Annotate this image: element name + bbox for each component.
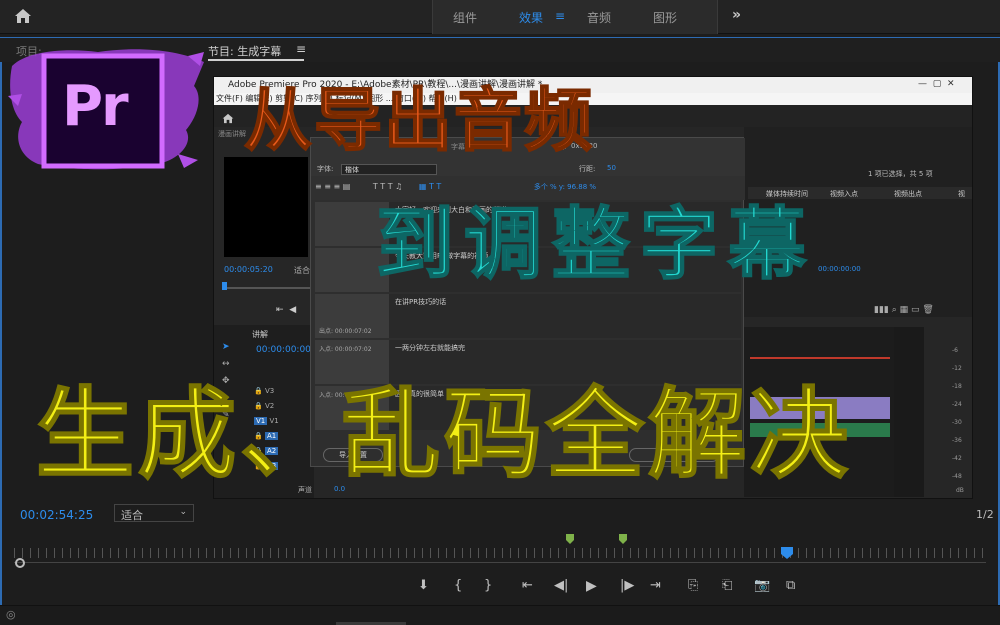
- go-to-out-icon[interactable]: ⇥: [650, 578, 661, 593]
- source-fit: 适合: [294, 266, 310, 275]
- source-playhead: [222, 282, 227, 290]
- status-icon: ◎: [6, 608, 16, 621]
- source-timecode: 00:00:05:20: [224, 265, 273, 274]
- col-video-in[interactable]: 视频入点: [830, 189, 858, 199]
- caption-text: 在讲PR技巧的话: [395, 298, 447, 306]
- col-video-out[interactable]: 视频出点: [894, 189, 922, 199]
- caption-in: 出点: 00:00:07:02: [319, 328, 372, 335]
- premiere-logo: Pr: [8, 36, 208, 176]
- font-label: 字体:: [317, 165, 334, 173]
- selection-info: 1 项已选择，共 5 项: [868, 170, 933, 178]
- program-tab[interactable]: 节目: 生成字幕: [208, 43, 281, 59]
- inner-transport: ▶ ⇥: [390, 497, 408, 498]
- tab-audio[interactable]: 音频: [587, 9, 611, 26]
- mark-in-icon[interactable]: {: [454, 578, 462, 593]
- source-controls: ⇤ ◀: [276, 305, 297, 315]
- caption-in: 入点: 00:00:07:02: [319, 346, 372, 353]
- source-viewer: [224, 157, 308, 257]
- time-ruler[interactable]: [14, 548, 986, 558]
- timeline-tab: 讲解: [252, 330, 268, 339]
- status-bar: ◎: [0, 605, 1000, 625]
- project-toolbar-icons: ▮▮▮ ⌕ ▦ ▭ 🗑: [874, 305, 934, 315]
- tab-graphics[interactable]: 图形: [653, 9, 677, 26]
- premiere-screen: { "app": {"logo_text":"Pr"}, "workspaces…: [0, 0, 1000, 625]
- export-frame-icon[interactable]: 📷: [754, 578, 770, 593]
- comparison-view-icon[interactable]: ⧉: [786, 578, 795, 593]
- col-media-duration[interactable]: 媒体持续时间: [766, 189, 808, 199]
- fit-select[interactable]: 适合 ⌄: [114, 504, 194, 522]
- source-scrubber: [222, 287, 310, 289]
- project-columns: 媒体持续时间 视频入点 视频出点 视: [748, 187, 972, 199]
- font-select[interactable]: 楷体: [341, 164, 437, 175]
- timeline-track-line: [14, 562, 986, 563]
- lift-icon[interactable]: ⎘: [688, 578, 698, 593]
- window-controls: — ▢ ✕: [918, 79, 955, 89]
- col-more[interactable]: 视: [958, 189, 965, 199]
- program-timecode[interactable]: 00:02:54:25: [20, 508, 93, 522]
- timeline-timecode: 00:00:00:00: [256, 345, 311, 355]
- home-icon[interactable]: [14, 8, 32, 28]
- tab-assembly[interactable]: 组件: [453, 9, 477, 26]
- play-icon[interactable]: ▶: [586, 578, 597, 594]
- text-format-icons[interactable]: T T T ♫: [373, 182, 402, 191]
- logo-text: Pr: [62, 74, 129, 139]
- program-menu-icon[interactable]: ≡: [296, 42, 306, 56]
- workspace-bar: 组件 效果 ≡ 音频 图形 »: [0, 0, 1000, 34]
- more-workspaces-button[interactable]: »: [732, 7, 741, 23]
- zoom-handle-left[interactable]: [15, 558, 25, 568]
- playhead[interactable]: [780, 544, 793, 559]
- db-scale: -6 -12 -18 -24 -30 -36 -42 -48: [952, 347, 962, 480]
- overlay-title-line3: 生成、乱码全解决: [35, 378, 853, 492]
- program-tab-underline: [208, 59, 304, 61]
- color-icons[interactable]: ▦ T T: [419, 182, 441, 191]
- caption-row[interactable]: 出点: 00:00:07:02 在讲PR技巧的话: [315, 294, 741, 338]
- format-toolbar: ≡ ≡ ≡ ▤ T T T ♫ ▦ T T 多个 % y: 96.88 %: [311, 176, 745, 200]
- overlay-title-line2: 到调整字幕: [375, 200, 817, 290]
- inner-home-icon: [222, 109, 234, 128]
- go-to-in-icon[interactable]: ⇤: [522, 578, 533, 593]
- db-unit: dB: [956, 487, 964, 494]
- step-back-icon[interactable]: ◀|: [554, 578, 568, 593]
- resolution-select[interactable]: 1/2: [976, 508, 994, 521]
- tab-effects[interactable]: 效果: [519, 9, 543, 26]
- percent-text: 多个 % y: 96.88 %: [533, 183, 597, 191]
- work-area-bar: [750, 357, 890, 359]
- extract-icon[interactable]: ⎗: [722, 578, 732, 593]
- align-icons[interactable]: ≡ ≡ ≡ ▤: [315, 182, 350, 191]
- project-duration: 00:00:00:00: [818, 265, 861, 273]
- add-marker-icon[interactable]: ⬇: [418, 578, 429, 593]
- row-spacing-label: 行距:: [579, 165, 596, 173]
- workspace-tabs: 组件 效果 ≡ 音频 图形: [432, 0, 718, 34]
- marker-green-1[interactable]: [566, 529, 574, 548]
- overlay-title-line1: 从导出音频: [243, 82, 595, 161]
- row-spacing-value[interactable]: 50: [607, 164, 616, 172]
- tab-effects-menu-icon[interactable]: ≡: [555, 9, 565, 23]
- step-forward-icon[interactable]: |▶: [620, 578, 634, 593]
- marker-green-2[interactable]: [619, 529, 627, 548]
- audio-meter-panel: [894, 327, 924, 497]
- caption-text: 一两分钟左右就能搞完: [395, 344, 465, 352]
- mark-out-icon[interactable]: }: [484, 578, 492, 593]
